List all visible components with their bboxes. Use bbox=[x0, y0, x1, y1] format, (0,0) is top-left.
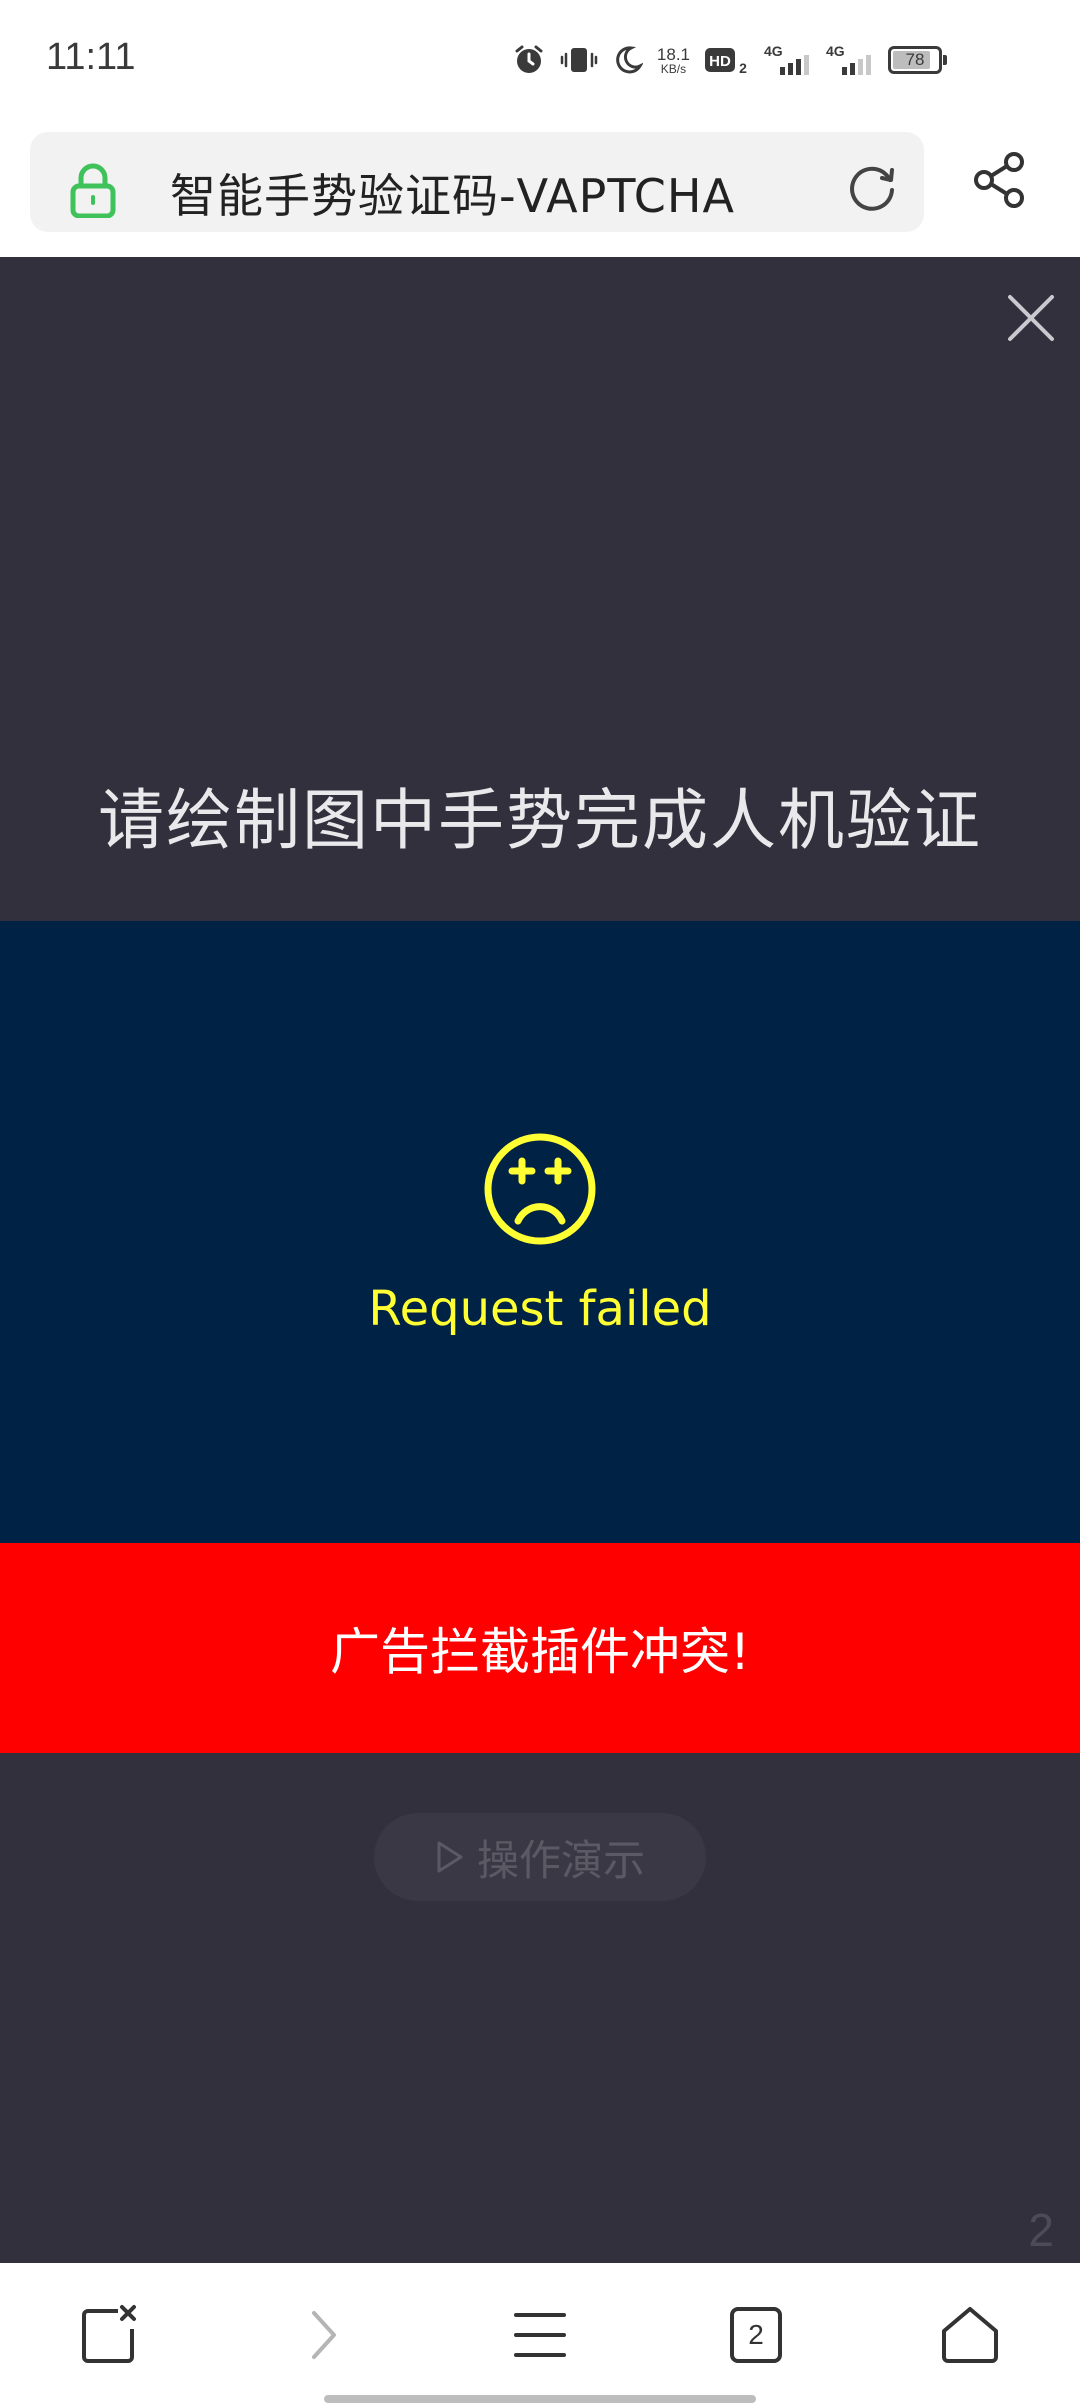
net-speed: 18.1 KB/s bbox=[657, 46, 690, 75]
gesture-bar[interactable] bbox=[324, 2395, 756, 2403]
status-bar: 11:11 18.1 KB/s HD 2 4G 4G 78 bbox=[0, 0, 1080, 120]
bottom-nav: 2 bbox=[0, 2263, 1080, 2408]
play-icon bbox=[437, 1841, 463, 1873]
alarm-icon bbox=[515, 45, 543, 73]
signal-4g-icon-2: 4G bbox=[826, 43, 871, 75]
lock-icon bbox=[70, 163, 116, 218]
net-speed-value: 18.1 bbox=[656, 44, 690, 64]
captcha-instruction: 请绘制图中手势完成人机验证 bbox=[98, 782, 982, 859]
signal-4g-icon: 4G bbox=[764, 43, 809, 75]
page-number: 2 bbox=[1028, 2204, 1054, 2256]
captcha-page: 请绘制图中手势完成人机验证 Request failed 广告拦截插件冲突! 操… bbox=[0, 257, 1080, 2263]
vibrate-icon bbox=[560, 48, 598, 72]
svg-text:HD: HD bbox=[709, 53, 731, 70]
svg-text:2: 2 bbox=[739, 60, 747, 76]
svg-text:4G: 4G bbox=[764, 43, 783, 59]
moon-icon bbox=[616, 46, 643, 74]
reload-icon[interactable] bbox=[844, 160, 900, 216]
alert-bar: 广告拦截插件冲突! bbox=[0, 1543, 1080, 1753]
svg-text:4G: 4G bbox=[826, 43, 845, 59]
page-title: 智能手势验证码-VAPTCHA bbox=[170, 169, 735, 223]
net-speed-unit: KB/s bbox=[660, 61, 687, 76]
address-bar[interactable]: 智能手势验证码-VAPTCHA bbox=[30, 132, 924, 232]
error-message: Request failed bbox=[368, 1281, 712, 1337]
status-time: 11:11 bbox=[46, 36, 136, 78]
captcha-panel[interactable]: Request failed bbox=[0, 921, 1080, 1543]
demo-button-label: 操作演示 bbox=[476, 1835, 645, 1885]
sad-face-icon bbox=[484, 1133, 596, 1245]
home-icon[interactable] bbox=[938, 2303, 1002, 2367]
battery-level: 78 bbox=[905, 50, 925, 69]
tabs-button[interactable]: 2 bbox=[730, 2307, 782, 2363]
close-tab-icon[interactable] bbox=[78, 2303, 142, 2367]
demo-button[interactable]: 操作演示 bbox=[374, 1813, 706, 1901]
close-icon[interactable] bbox=[1006, 293, 1056, 343]
share-icon[interactable] bbox=[970, 150, 1030, 210]
hd-icon: HD 2 bbox=[705, 48, 747, 76]
alert-message: 广告拦截插件冲突! bbox=[329, 1623, 751, 1681]
status-icons: 18.1 KB/s HD 2 4G 4G 78 bbox=[513, 38, 947, 82]
battery-indicator: 78 bbox=[888, 46, 947, 74]
forward-icon[interactable] bbox=[300, 2303, 350, 2367]
browser-toolbar: 智能手势验证码-VAPTCHA bbox=[0, 120, 1080, 257]
menu-icon[interactable] bbox=[510, 2303, 570, 2367]
